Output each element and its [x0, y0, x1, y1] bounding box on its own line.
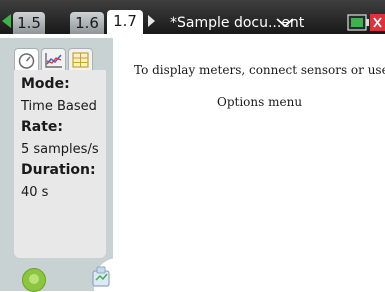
- right-arrow-icon[interactable]: [148, 15, 155, 27]
- meter-icon: [18, 53, 35, 69]
- left-arrow-icon[interactable]: [2, 14, 11, 28]
- table-icon: [72, 52, 89, 68]
- meter-view-tab[interactable]: [14, 48, 39, 72]
- mode-label: Mode:: [21, 76, 70, 92]
- data-collect-icon[interactable]: [88, 264, 114, 290]
- no-sensor-message: To display meters, connect sensors or us…: [134, 63, 385, 77]
- close-icon[interactable]: [370, 10, 385, 34]
- tab-label: 1.5: [17, 14, 41, 32]
- options-menu-hint: Options menu: [217, 95, 303, 109]
- rate-label: Rate:: [21, 119, 64, 135]
- tab-1-6[interactable]: 1.6: [70, 12, 104, 34]
- graph-view-tab[interactable]: [41, 48, 66, 72]
- battery-icon: [347, 14, 369, 31]
- tab-1-7[interactable]: 1.7: [107, 10, 143, 36]
- tab-label: 1.6: [75, 14, 99, 32]
- mode-value: Time Based: [21, 99, 97, 114]
- duration-label: Duration:: [21, 162, 96, 178]
- tab-label: 1.7: [113, 12, 137, 30]
- start-collection-button[interactable]: [22, 268, 46, 292]
- chevron-down-icon[interactable]: [274, 13, 296, 31]
- tab-bar: 1.5 1.6 1.7 *Sample docu...ent: [0, 0, 385, 38]
- rate-value: 5 samples/s: [21, 142, 99, 157]
- tab-1-5[interactable]: 1.5: [13, 12, 45, 34]
- table-view-tab[interactable]: [68, 48, 93, 72]
- duration-value: 40 s: [21, 185, 49, 200]
- graph-icon: [45, 53, 62, 68]
